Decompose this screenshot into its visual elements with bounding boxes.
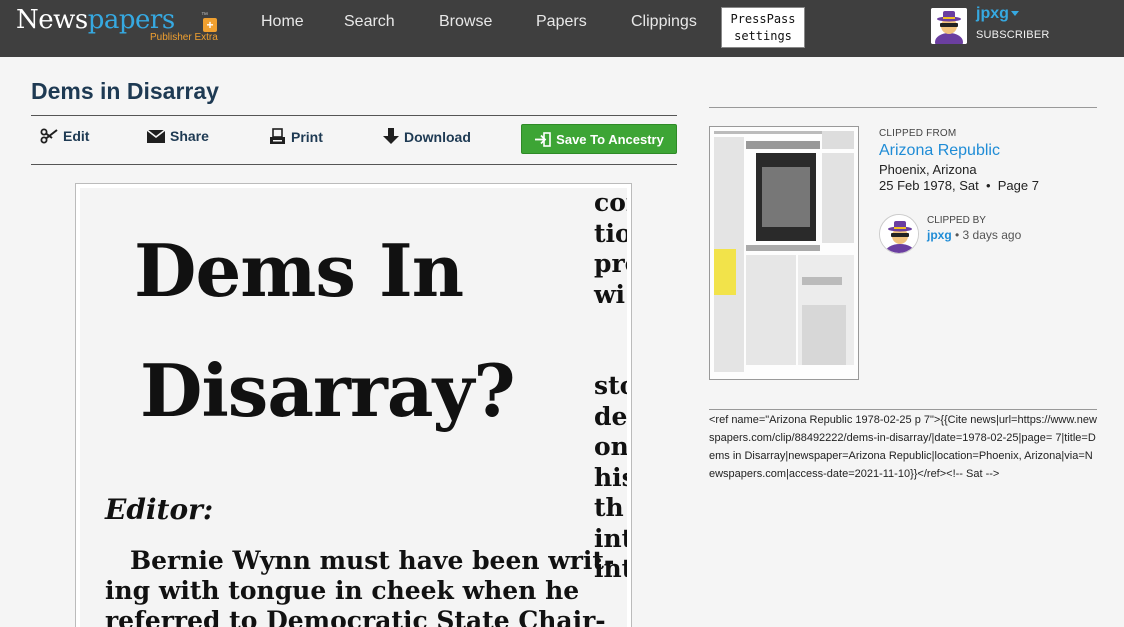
nav-home[interactable]: Home [261,13,304,31]
side-fragment: wi [594,279,626,309]
side-fragment: his [594,462,627,492]
side-fragment: tio [594,218,627,248]
side-fragment: on [594,432,627,461]
user-menu-toggle[interactable]: jpxg [976,5,1019,23]
presspass-line1: PressPass [730,12,796,26]
nav-papers[interactable]: Papers [536,13,587,31]
publisher-extra-plus-icon: + [203,18,217,32]
newspapers-logo[interactable]: Newspapers ™ + Publisher Extra [16,4,222,44]
clip-actions: Edit Share Print Download Save To Ancest… [31,116,677,164]
edit-button[interactable]: Edit [40,128,89,144]
nav-browse[interactable]: Browse [439,13,492,31]
side-fragment: cor [594,188,627,217]
share-button[interactable]: Share [147,128,209,144]
newspaper-page-thumbnail[interactable] [709,126,859,380]
divider [709,107,1097,108]
clip-side-column: cor tio pro wi sto de on his th int int [594,188,627,585]
side-fragment: int [594,523,627,553]
print-button[interactable]: Print [269,128,323,145]
spy-avatar-icon [931,8,967,44]
paper-page: Page 7 [997,178,1039,193]
clipped-time: 3 days ago [962,228,1022,242]
user-role: SUBSCRIBER [976,29,1050,41]
side-fragment [594,310,627,371]
share-label: Share [170,128,209,144]
side-fragment: sto [594,371,627,400]
citation-text[interactable]: <ref name="Arizona Republic 1978-02-25 p… [709,411,1097,483]
nav-clippings[interactable]: Clippings [631,13,697,31]
printer-icon [270,128,285,144]
download-label: Download [404,128,471,145]
paper-date-page: 25 Feb 1978, Sat • Page 7 [879,178,1039,193]
side-fragment: pro [594,249,627,278]
clipper-name-link[interactable]: jpxg [927,228,952,242]
page-thumbnail-graphic [710,127,858,379]
ancestry-label: Save To Ancestry [556,131,664,147]
side-fragment: de [594,401,627,431]
edit-label: Edit [63,128,90,144]
divider [31,164,677,165]
side-fragment: th [594,493,624,522]
logo-subtitle: Publisher Extra [150,32,218,43]
print-label: Print [291,128,323,145]
clip-editor-heading: Editor: [105,493,214,526]
save-to-ancestry-button[interactable]: Save To Ancestry [521,124,677,154]
paper-date: 25 Feb 1978, Sat [879,178,979,193]
nav-search[interactable]: Search [344,13,395,31]
clipper-avatar[interactable] [879,214,919,254]
side-fragment: int [594,554,627,583]
clipping-scan: Dems In Disarray? Editor: Bernie Wynn mu… [80,188,627,627]
download-button[interactable]: Download [383,128,471,145]
user-avatar[interactable] [931,8,967,44]
caret-down-icon [1010,11,1019,17]
envelope-icon [147,129,165,143]
clip-body-line1: Bernie Wynn must have been writ- [130,546,615,575]
clipped-from-label: CLIPPED FROM [879,128,957,139]
download-arrow-icon [383,128,399,144]
clipping-image[interactable]: Dems In Disarray? Editor: Bernie Wynn mu… [75,183,632,627]
clip-headline-line2: Disarray? [140,348,516,433]
paper-location: Phoenix, Arizona [879,162,977,177]
presspass-settings-button[interactable]: PressPass settings [721,7,805,48]
clip-body-line3: referred to Democratic State Chair- [105,606,606,627]
paper-name-link[interactable]: Arizona Republic [879,142,1000,160]
clipper-info: jpxg • 3 days ago [927,228,1022,242]
clip-body-line2: ing with tongue in cheek when he [105,576,580,605]
spy-avatar-icon [880,215,918,253]
page-title: Dems in Disarray [31,78,219,104]
logo-wordmark: Newspapers [16,5,175,35]
divider [709,409,1097,410]
scissors-icon [40,128,58,144]
clip-headline-line1: Dems In [134,228,464,313]
top-nav-bar: Newspapers ™ + Publisher Extra Home Sear… [0,0,1124,57]
presspass-line2: settings [734,29,792,43]
ancestry-leaf-icon [535,131,551,147]
clipped-by-label: CLIPPED BY [927,215,986,226]
